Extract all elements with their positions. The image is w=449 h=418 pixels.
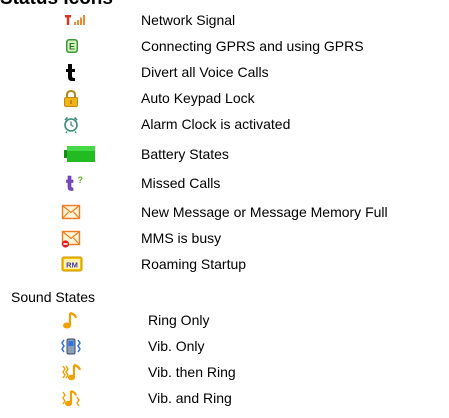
vib-only-icon [61,337,95,359]
svg-text:E: E [69,42,75,52]
sound-label: Ring Only [148,312,210,328]
vib-then-ring-icon [61,363,95,385]
status-label: Roaming Startup [141,256,247,272]
status-row-missed-calls: ? Missed Calls [0,174,449,198]
sound-states-heading: Sound States [11,289,96,305]
gprs-icon: E [61,37,95,59]
new-message-icon [61,203,95,225]
mms-busy-icon [61,229,95,251]
status-row-keypad-lock: Auto Keypad Lock [0,89,449,113]
status-label: Auto Keypad Lock [141,90,255,106]
status-row-gprs: E Connecting GPRS and using GPRS [0,37,449,61]
status-label: Battery States [141,146,229,162]
status-row-mms-busy: MMS is busy [0,229,449,253]
battery-icon [64,145,98,167]
keypad-lock-icon [61,89,95,111]
status-row-battery: Battery States [0,145,449,169]
vib-and-ring-icon [61,389,95,411]
status-label: Missed Calls [141,175,221,191]
sound-row-ring-only: Ring Only [0,311,449,335]
divert-calls-icon [61,63,95,85]
svg-text:?: ? [78,175,84,185]
status-row-new-message: New Message or Message Memory Full [0,203,449,227]
sound-label: Vib. Only [148,338,205,354]
status-label: Connecting GPRS and using GPRS [141,38,364,54]
alarm-clock-icon [61,115,95,137]
sound-row-vib-then-ring: Vib. then Ring [0,363,449,387]
sound-row-vib-only: Vib. Only [0,337,449,361]
ring-only-icon [61,311,95,333]
network-signal-icon [61,11,95,33]
roaming-icon: RM [61,255,95,277]
status-row-alarm-clock: Alarm Clock is activated [0,115,449,139]
status-label: Divert all Voice Calls [141,64,269,80]
svg-text:RM: RM [66,260,78,269]
sound-label: Vib. and Ring [148,390,232,406]
status-label: Network Signal [141,12,236,28]
status-row-roaming: RM Roaming Startup [0,255,449,279]
status-label: MMS is busy [141,230,222,246]
status-label: New Message or Message Memory Full [141,204,388,220]
status-label: Alarm Clock is activated [141,116,291,132]
sound-label: Vib. then Ring [148,364,236,380]
sound-row-vib-and-ring: Vib. and Ring [0,389,449,413]
missed-calls-icon: ? [61,174,95,196]
status-row-divert-calls: Divert all Voice Calls [0,63,449,87]
page-title: Status Icons [0,0,113,10]
status-row-network-signal: Network Signal [0,11,449,35]
